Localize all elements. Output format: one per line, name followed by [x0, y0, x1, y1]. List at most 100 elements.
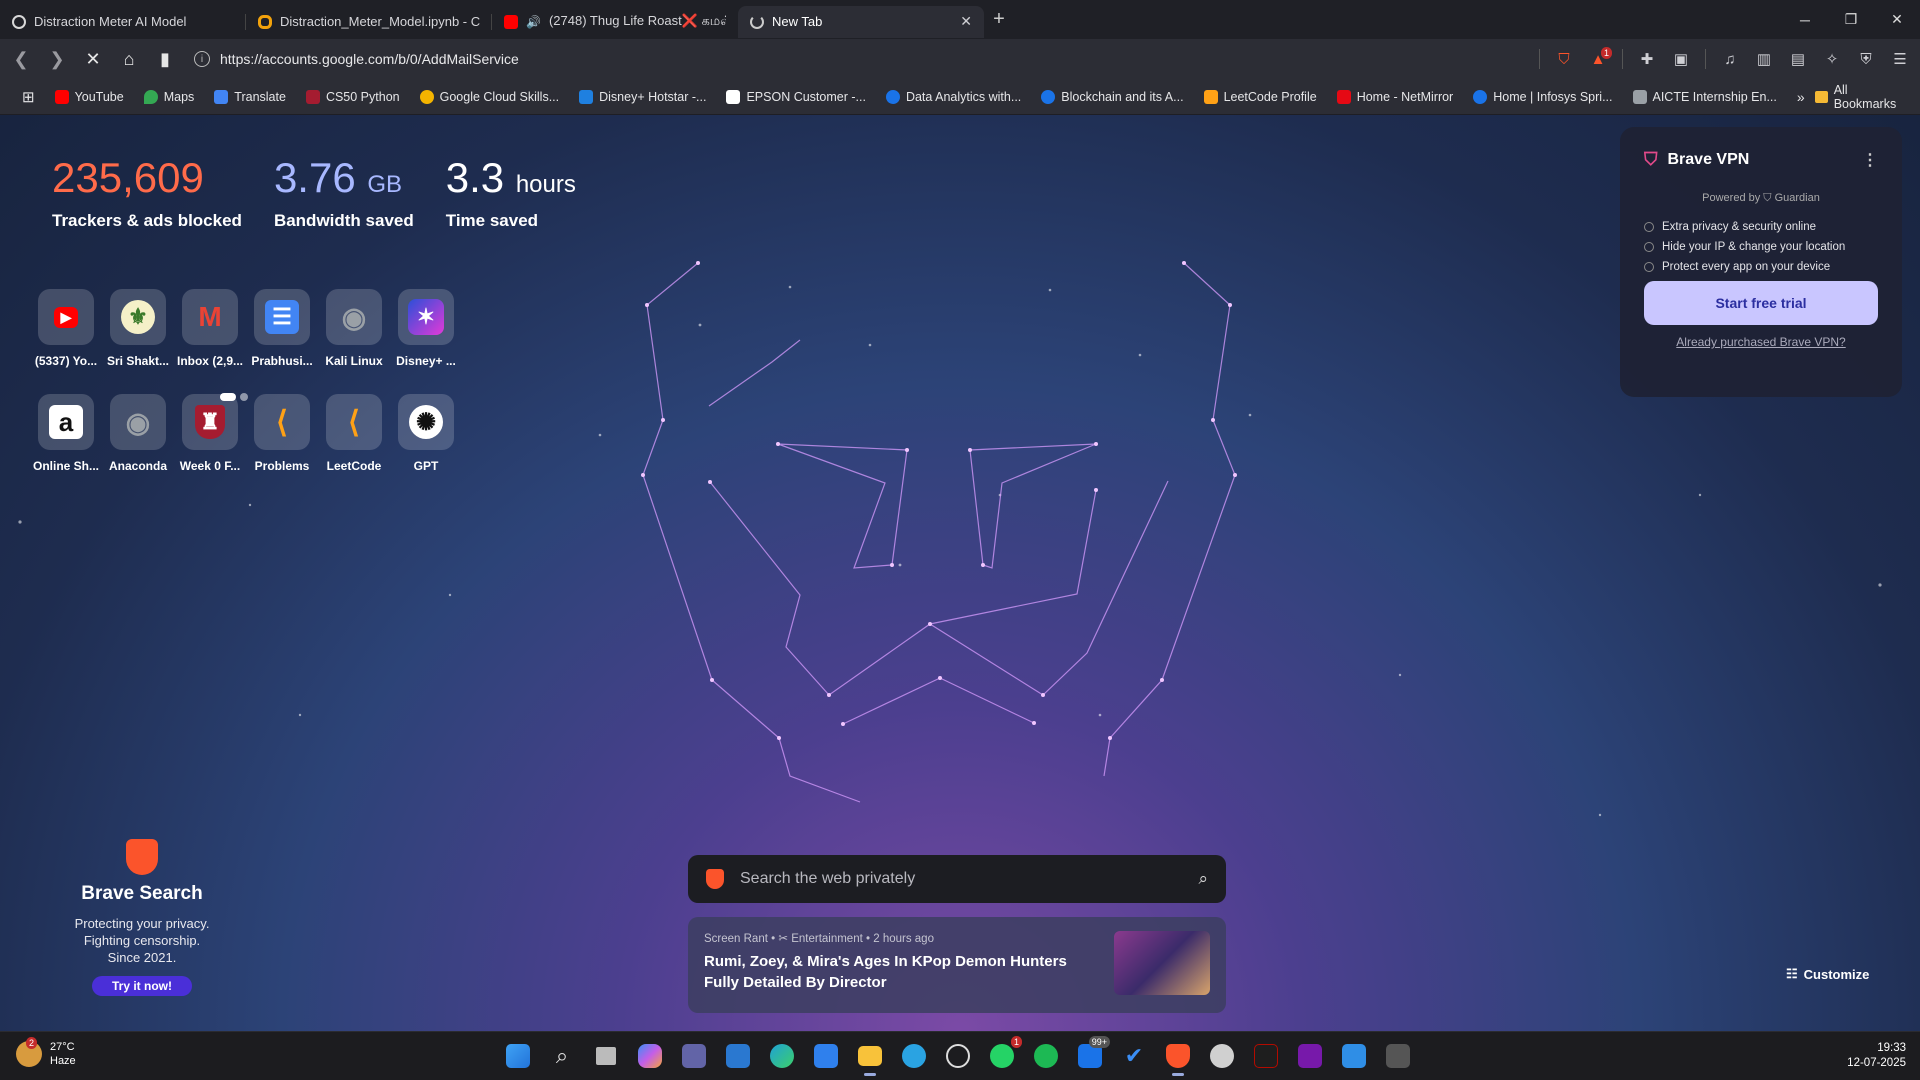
weather-widget[interactable]: 2 27°C Haze — [16, 1037, 76, 1068]
tab-1[interactable]: Distraction_Meter_Model.ipynb - Col — [246, 6, 492, 38]
search-placeholder[interactable]: Search the web privately — [740, 870, 1182, 888]
apps-grid-icon[interactable]: ⊞ — [12, 88, 45, 106]
telegram-icon[interactable] — [898, 1038, 930, 1074]
copilot-icon[interactable] — [634, 1038, 666, 1074]
store-icon[interactable] — [810, 1038, 842, 1074]
bookmark-aicte[interactable]: AICTE Internship En... — [1623, 89, 1787, 104]
bookmark-translate[interactable]: Translate — [204, 89, 296, 104]
acrobat-icon[interactable] — [1250, 1038, 1282, 1074]
restore-icon[interactable]: ❐ — [1828, 0, 1874, 39]
top-site-tile[interactable]: M Inbox (2,9... — [177, 289, 243, 368]
bookmark-epson[interactable]: EPSON Customer -... — [716, 89, 875, 104]
news-category: Entertainment — [791, 933, 863, 945]
page-dot[interactable] — [240, 393, 248, 401]
bookmark-icon[interactable]: ▮ — [154, 49, 176, 70]
menu-icon[interactable]: ☰ — [1890, 49, 1910, 69]
page-dot-active[interactable] — [220, 393, 236, 401]
onenote-icon[interactable] — [1294, 1038, 1326, 1074]
leo-ai-icon[interactable]: ✧ — [1822, 49, 1842, 69]
bookmark-leetcode[interactable]: LeetCode Profile — [1194, 89, 1327, 104]
vscode-icon[interactable] — [1338, 1038, 1370, 1074]
windows-logo — [506, 1044, 530, 1068]
search-icon[interactable]: ⌕ — [1198, 869, 1208, 889]
system-clock[interactable]: 19:33 12-07-2025 — [1847, 1041, 1906, 1071]
minimize-icon[interactable]: ─ — [1782, 0, 1828, 39]
bookmark-cs50[interactable]: CS50 Python — [296, 89, 410, 104]
youtube-icon: ▶ — [38, 289, 94, 345]
site-info-icon[interactable]: i — [194, 51, 210, 67]
start-free-trial-button[interactable]: Start free trial — [1644, 281, 1878, 325]
tab-2[interactable]: 🔊 (2748) Thug Life Roast❌ கமல் — [492, 6, 738, 38]
top-site-tile[interactable]: ♜ Week 0 F... — [180, 394, 240, 473]
close-tab-icon[interactable]: ✕ — [960, 13, 972, 30]
forward-icon[interactable]: ❯ — [46, 49, 68, 70]
top-site-name: Online Sh... — [32, 459, 99, 473]
todo-icon[interactable]: ✔ — [1118, 1038, 1150, 1074]
spotify-icon[interactable] — [1030, 1038, 1062, 1074]
url-text[interactable]: https://accounts.google.com/b/0/AddMailS… — [220, 51, 519, 67]
file-explorer-icon[interactable] — [854, 1038, 886, 1076]
already-purchased-link[interactable]: Already purchased Brave VPN? — [1644, 335, 1878, 349]
wallet-icon[interactable]: ▤ — [1788, 49, 1808, 69]
teams-icon[interactable] — [678, 1038, 710, 1074]
top-site-tile[interactable]: a Online Sh... — [33, 394, 99, 473]
sidebar-icon[interactable]: ▥ — [1754, 49, 1774, 69]
extensions-icon[interactable]: ✚ — [1637, 49, 1657, 69]
bookmark-maps[interactable]: Maps — [134, 89, 205, 104]
tab-3-active[interactable]: New Tab ✕ — [738, 5, 984, 38]
screenshot-icon[interactable]: ▣ — [1671, 49, 1691, 69]
speaker-icon[interactable]: 🔊 — [526, 15, 541, 29]
top-site-tile[interactable]: ◉ Anaconda — [109, 394, 167, 473]
brave-shields-icon[interactable]: ⛉ — [1554, 49, 1574, 69]
news-thumbnail[interactable] — [1114, 931, 1210, 995]
new-tab-button[interactable]: + — [984, 8, 1014, 31]
start-icon[interactable] — [502, 1038, 534, 1074]
news-card[interactable]: Screen Rant • ✂ Entertainment • 2 hours … — [688, 917, 1226, 1013]
bookmark-youtube[interactable]: YouTube — [45, 89, 134, 104]
try-it-now-button[interactable]: Try it now! — [92, 976, 192, 996]
whatsapp-icon[interactable]: 1 — [986, 1036, 1022, 1074]
vpn-feature: Extra privacy & security online — [1644, 221, 1878, 233]
news-headline[interactable]: Rumi, Zoey, & Mira's Ages In KPop Demon … — [704, 951, 1102, 993]
brave-browser-icon[interactable] — [1162, 1038, 1194, 1076]
close-window-icon[interactable]: ✕ — [1874, 0, 1920, 39]
customize-button[interactable]: ☷ Customize — [1786, 966, 1869, 982]
folder-icon — [1814, 90, 1828, 103]
task-view-icon[interactable] — [590, 1038, 622, 1074]
vpn-icon[interactable]: ⛨ — [1856, 49, 1876, 69]
tab-0[interactable]: Distraction Meter AI Model — [0, 6, 246, 38]
search-box[interactable]: Search the web privately ⌕ — [688, 855, 1226, 903]
widgets-icon[interactable] — [722, 1038, 754, 1074]
chatgpt-app-icon[interactable] — [1206, 1038, 1238, 1074]
all-bookmarks[interactable]: All Bookmarks — [1814, 83, 1908, 111]
edge-icon[interactable] — [766, 1038, 798, 1074]
bookmark-disney[interactable]: Disney+ Hotstar -... — [569, 89, 716, 104]
top-site-tile[interactable]: ✺ GPT — [398, 394, 454, 473]
top-site-tile[interactable]: ▶ (5337) Yo... — [35, 289, 97, 368]
top-site-tile[interactable]: ◉ Kali Linux — [325, 289, 383, 368]
vpn-feature-text: Extra privacy & security online — [1662, 221, 1817, 233]
bookmark-infosys[interactable]: Home | Infosys Spri... — [1463, 89, 1622, 104]
stop-icon[interactable]: ✕ — [82, 49, 104, 70]
more-bookmarks-icon[interactable]: » — [1787, 89, 1815, 105]
bookmark-google-cloud[interactable]: Google Cloud Skills... — [410, 89, 570, 104]
brave-rewards-icon[interactable]: ▲ 1 — [1588, 47, 1612, 69]
address-bar[interactable]: i https://accounts.google.com/b/0/AddMai… — [190, 44, 1525, 74]
media-icon[interactable]: ♫ — [1720, 49, 1740, 69]
search-icon[interactable]: ⌕ — [546, 1038, 578, 1074]
home-icon[interactable]: ⌂ — [118, 49, 140, 70]
top-site-tile[interactable]: ⚜ Sri Shakt... — [107, 289, 169, 368]
bookmark-data-analytics[interactable]: Data Analytics with... — [876, 89, 1031, 104]
bookmark-blockchain[interactable]: Blockchain and its A... — [1031, 89, 1193, 104]
vpn-powered-by: Powered by ⛉ Guardian — [1702, 192, 1820, 204]
bookmark-netmirror[interactable]: Home - NetMirror — [1327, 89, 1464, 104]
top-site-tile[interactable]: ⟨ LeetCode — [326, 394, 382, 473]
outlook-icon[interactable]: 99+ — [1074, 1036, 1110, 1074]
media-player-icon[interactable] — [942, 1038, 974, 1074]
top-site-tile[interactable]: ✶ Disney+ ... — [396, 289, 456, 368]
back-icon[interactable]: ❮ — [10, 49, 32, 70]
top-site-tile[interactable]: ⟨ Problems — [254, 394, 310, 473]
terminal-icon[interactable] — [1382, 1038, 1414, 1074]
more-options-icon[interactable]: ⋮ — [1862, 150, 1878, 170]
top-site-tile[interactable]: ☰ Prabhusi... — [251, 289, 313, 368]
